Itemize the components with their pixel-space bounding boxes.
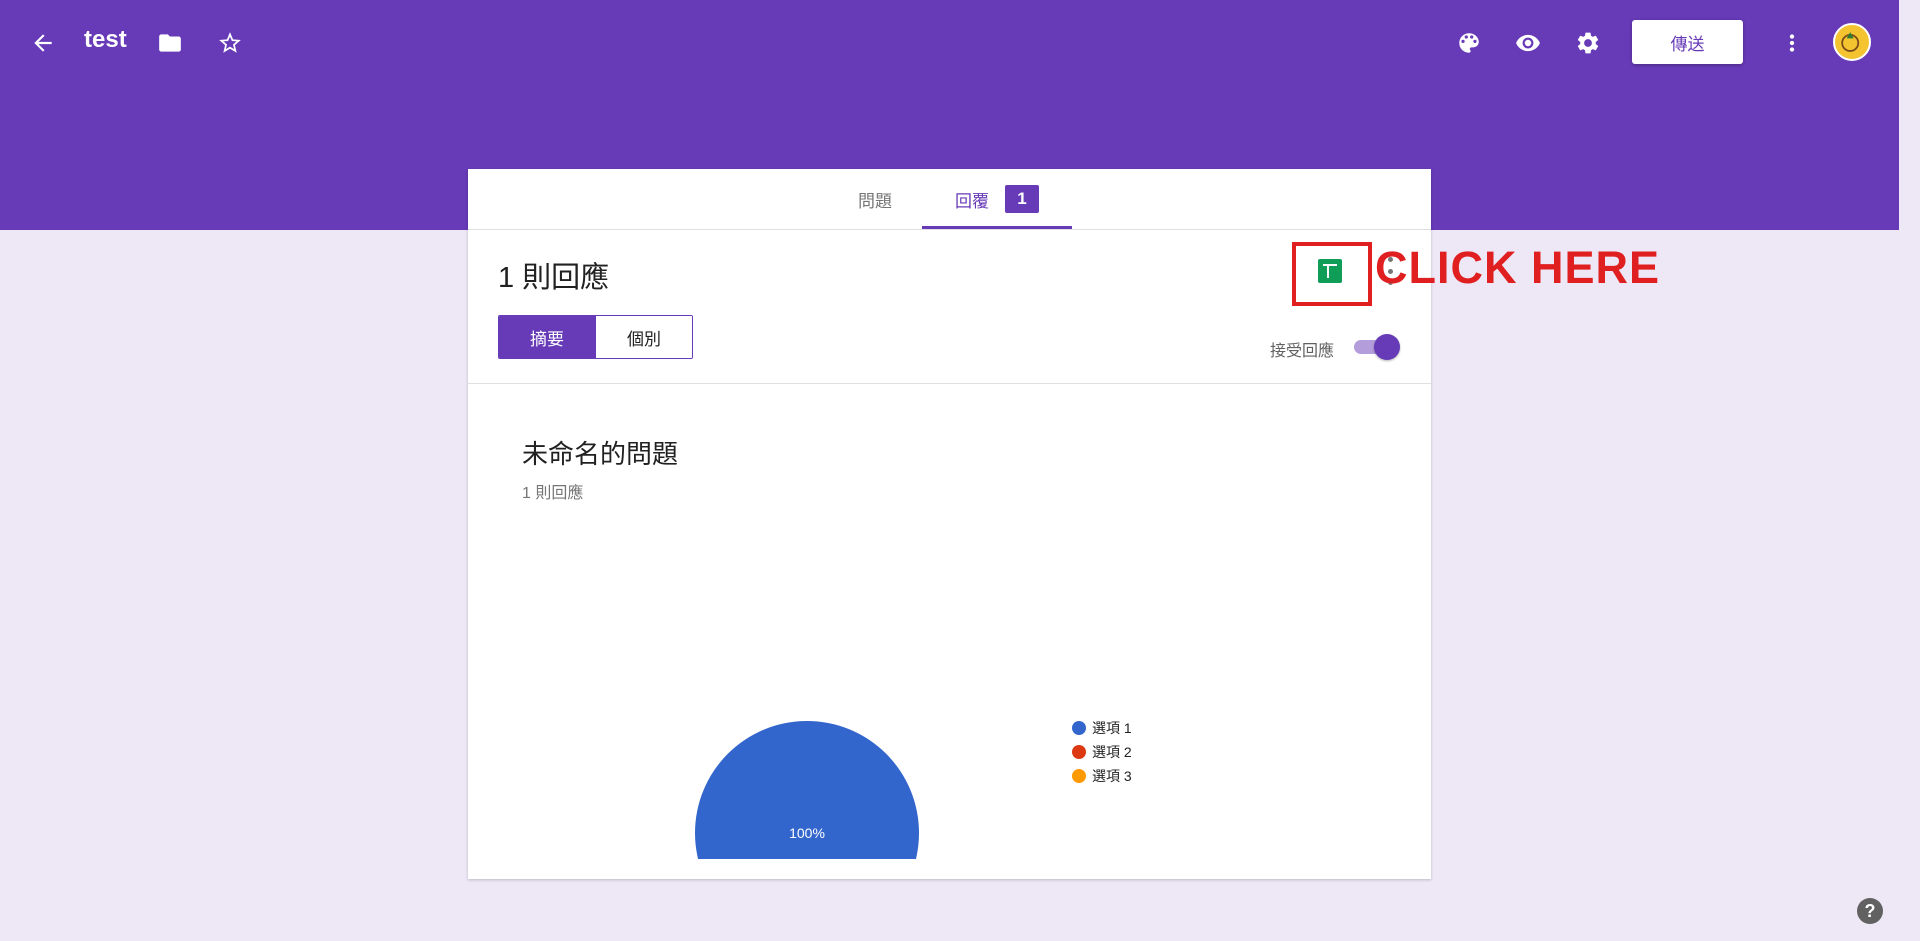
form-title[interactable]: test [84, 26, 127, 54]
send-button[interactable]: 傳送 [1632, 20, 1743, 64]
tab-responses[interactable]: 回覆 1 [922, 169, 1072, 229]
responses-card: 問題 回覆 1 1 則回應 摘要 個別 接受回應 未命名的問題 1 則回應 10… [468, 169, 1431, 879]
legend-marker-2 [1072, 745, 1086, 759]
summary-tab[interactable]: 摘要 [499, 316, 595, 358]
response-count-badge: 1 [1005, 185, 1039, 213]
divider [468, 383, 1431, 384]
tab-questions[interactable]: 問題 [828, 169, 922, 229]
view-toggle: 摘要 個別 [498, 315, 693, 359]
avatar[interactable] [1833, 23, 1871, 61]
scrollbar-gutter [1899, 0, 1920, 941]
accepting-responses-toggle[interactable] [1354, 333, 1400, 361]
eye-icon[interactable] [1504, 19, 1552, 67]
response-count-title: 1 則回應 [498, 262, 610, 294]
legend-marker-3 [1072, 769, 1086, 783]
pie-slice-label: 100% [789, 825, 825, 841]
tab-questions-label: 問題 [858, 191, 892, 211]
annotation-highlight-box [1292, 242, 1372, 306]
legend-label-2: 選項 2 [1092, 744, 1132, 760]
legend-label-3: 選項 3 [1092, 768, 1132, 784]
individual-tab[interactable]: 個別 [595, 316, 692, 358]
legend-marker-1 [1072, 721, 1086, 735]
help-icon[interactable]: ? [1857, 898, 1883, 924]
palette-icon[interactable] [1445, 19, 1493, 67]
tab-responses-label: 回覆 [955, 191, 989, 211]
legend-label-1: 選項 1 [1092, 720, 1132, 736]
question-title: 未命名的問題 [522, 439, 679, 469]
pie-chart: 100% 選項 1 選項 2 選項 3 [695, 720, 1132, 859]
star-icon[interactable] [206, 19, 254, 67]
active-tab-indicator [922, 226, 1072, 229]
gear-icon[interactable] [1564, 19, 1612, 67]
tab-bar: 問題 回覆 1 [468, 169, 1431, 230]
annotation-label: CLICK HERE [1375, 242, 1661, 293]
accepting-responses-label: 接受回應 [1270, 343, 1335, 360]
back-arrow-icon[interactable] [19, 19, 67, 67]
more-vert-icon[interactable] [1768, 19, 1816, 67]
folder-icon[interactable] [146, 19, 194, 67]
